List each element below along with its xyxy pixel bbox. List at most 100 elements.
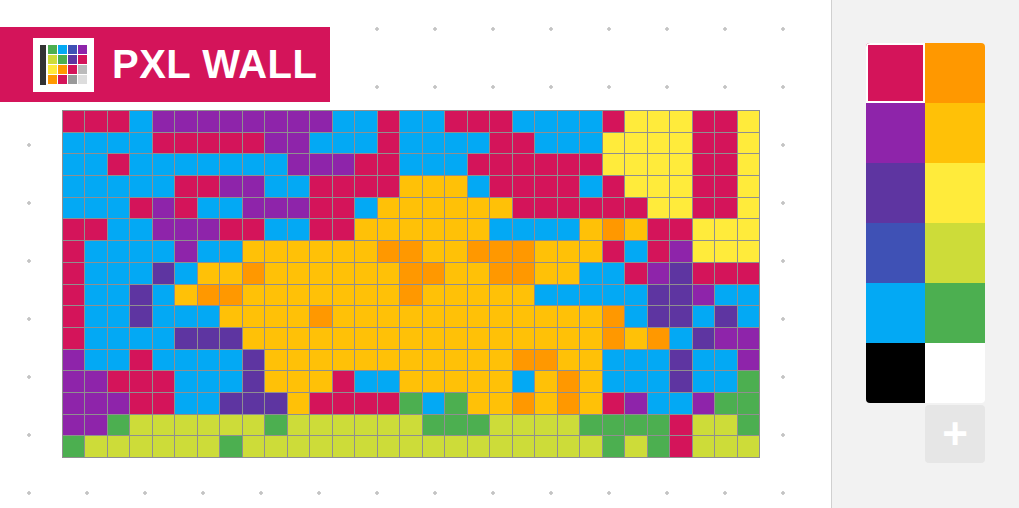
pixel-cell[interactable]	[738, 111, 759, 132]
pixel-cell[interactable]	[243, 393, 264, 414]
pixel-cell[interactable]	[130, 198, 151, 219]
pixel-cell[interactable]	[130, 393, 151, 414]
pixel-cell[interactable]	[580, 436, 601, 457]
pixel-cell[interactable]	[693, 176, 714, 197]
pixel-cell[interactable]	[108, 285, 129, 306]
pixel-cell[interactable]	[513, 241, 534, 262]
pixel-cell[interactable]	[355, 306, 376, 327]
pixel-cell[interactable]	[468, 263, 489, 284]
pixel-cell[interactable]	[513, 219, 534, 240]
pixel-cell[interactable]	[400, 263, 421, 284]
pixel-cell[interactable]	[198, 393, 219, 414]
pixel-cell[interactable]	[535, 263, 556, 284]
pixel-cell[interactable]	[625, 219, 646, 240]
pixel-cell[interactable]	[265, 328, 286, 349]
pixel-cell[interactable]	[580, 415, 601, 436]
pixel-cell[interactable]	[198, 219, 219, 240]
pixel-cell[interactable]	[670, 285, 691, 306]
pixel-cell[interactable]	[108, 328, 129, 349]
pixel-cell[interactable]	[265, 415, 286, 436]
color-swatch[interactable]	[925, 103, 985, 163]
pixel-cell[interactable]	[198, 241, 219, 262]
pixel-cell[interactable]	[603, 176, 624, 197]
pixel-cell[interactable]	[603, 263, 624, 284]
pixel-cell[interactable]	[693, 371, 714, 392]
pixel-cell[interactable]	[310, 393, 331, 414]
pixel-cell[interactable]	[175, 133, 196, 154]
pixel-cell[interactable]	[603, 111, 624, 132]
pixel-cell[interactable]	[288, 154, 309, 175]
pixel-cell[interactable]	[378, 285, 399, 306]
pixel-cell[interactable]	[333, 133, 354, 154]
pixel-cell[interactable]	[738, 328, 759, 349]
pixel-cell[interactable]	[108, 241, 129, 262]
pixel-cell[interactable]	[715, 350, 736, 371]
pixel-cell[interactable]	[198, 198, 219, 219]
pixel-cell[interactable]	[468, 328, 489, 349]
pixel-cell[interactable]	[175, 154, 196, 175]
pixel-cell[interactable]	[490, 198, 511, 219]
pixel-cell[interactable]	[288, 198, 309, 219]
pixel-cell[interactable]	[558, 436, 579, 457]
pixel-cell[interactable]	[108, 415, 129, 436]
pixel-cell[interactable]	[153, 371, 174, 392]
pixel-cell[interactable]	[63, 285, 84, 306]
color-swatch[interactable]	[866, 103, 925, 163]
pixel-cell[interactable]	[153, 263, 174, 284]
pixel-cell[interactable]	[445, 328, 466, 349]
pixel-cell[interactable]	[265, 198, 286, 219]
pixel-cell[interactable]	[445, 133, 466, 154]
pixel-cell[interactable]	[243, 198, 264, 219]
pixel-cell[interactable]	[310, 154, 331, 175]
pixel-cell[interactable]	[355, 219, 376, 240]
pixel-cell[interactable]	[445, 371, 466, 392]
pixel-cell[interactable]	[220, 111, 241, 132]
pixel-cell[interactable]	[535, 176, 556, 197]
pixel-cell[interactable]	[265, 154, 286, 175]
pixel-cell[interactable]	[85, 393, 106, 414]
pixel-cell[interactable]	[198, 154, 219, 175]
pixel-cell[interactable]	[715, 111, 736, 132]
pixel-cell[interactable]	[85, 328, 106, 349]
pixel-cell[interactable]	[153, 285, 174, 306]
pixel-cell[interactable]	[220, 415, 241, 436]
pixel-cell[interactable]	[648, 263, 669, 284]
pixel-cell[interactable]	[535, 111, 556, 132]
pixel-cell[interactable]	[715, 371, 736, 392]
pixel-cell[interactable]	[220, 176, 241, 197]
pixel-cell[interactable]	[153, 350, 174, 371]
pixel-cell[interactable]	[715, 198, 736, 219]
pixel-cell[interactable]	[400, 436, 421, 457]
pixel-cell[interactable]	[558, 241, 579, 262]
pixel-cell[interactable]	[108, 263, 129, 284]
pixel-cell[interactable]	[513, 415, 534, 436]
pixel-cell[interactable]	[175, 198, 196, 219]
pixel-cell[interactable]	[288, 350, 309, 371]
pixel-cell[interactable]	[198, 371, 219, 392]
pixel-cell[interactable]	[445, 241, 466, 262]
pixel-cell[interactable]	[310, 285, 331, 306]
pixel-cell[interactable]	[355, 133, 376, 154]
pixel-cell[interactable]	[378, 241, 399, 262]
pixel-cell[interactable]	[648, 393, 669, 414]
pixel-cell[interactable]	[490, 415, 511, 436]
pixel-cell[interactable]	[333, 111, 354, 132]
pixel-cell[interactable]	[693, 198, 714, 219]
pixel-cell[interactable]	[288, 415, 309, 436]
pixel-cell[interactable]	[423, 219, 444, 240]
pixel-cell[interactable]	[738, 219, 759, 240]
pixel-cell[interactable]	[445, 219, 466, 240]
pixel-cell[interactable]	[175, 393, 196, 414]
pixel-cell[interactable]	[378, 263, 399, 284]
pixel-cell[interactable]	[265, 285, 286, 306]
pixel-cell[interactable]	[108, 154, 129, 175]
pixel-cell[interactable]	[63, 111, 84, 132]
pixel-cell[interactable]	[693, 133, 714, 154]
pixel-cell[interactable]	[468, 415, 489, 436]
pixel-cell[interactable]	[468, 371, 489, 392]
color-swatch[interactable]	[925, 343, 985, 403]
pixel-cell[interactable]	[738, 285, 759, 306]
pixel-cell[interactable]	[580, 198, 601, 219]
pixel-cell[interactable]	[490, 285, 511, 306]
pixel-cell[interactable]	[355, 285, 376, 306]
